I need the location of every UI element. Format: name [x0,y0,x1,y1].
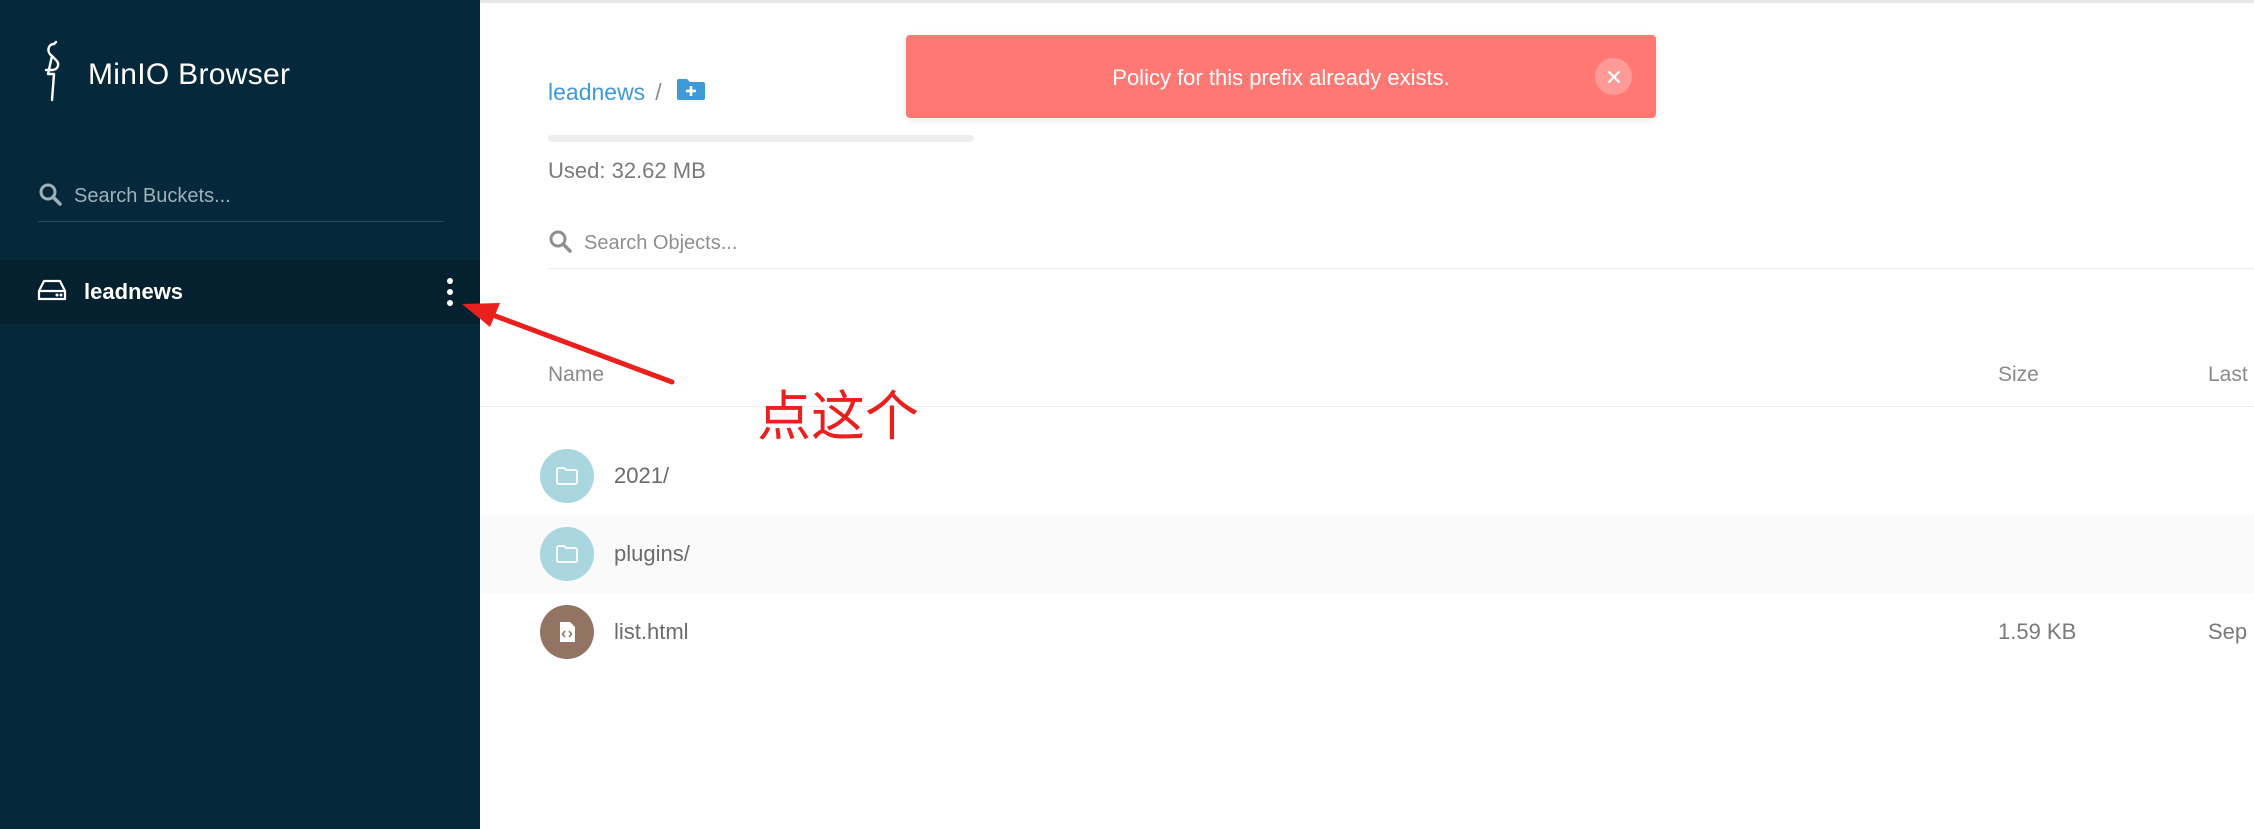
bucket-name: leadnews [84,279,184,304]
object-search [548,219,2254,269]
object-size: 1.59 KB [1998,619,2077,644]
folder-icon [540,449,594,503]
minio-bird-icon [36,40,70,109]
file-code-icon [540,605,594,659]
used-storage-text: Used: 32.62 MB [548,158,706,183]
folder-icon [540,527,594,581]
bucket-search [38,172,444,222]
object-name[interactable]: 2021/ [614,463,669,489]
table-row[interactable]: list.html 1.59 KB Sep [480,593,2254,671]
toast-message: Policy for this prefix already exists. [1112,65,1450,90]
drive-icon [0,278,68,307]
table-row[interactable]: plugins/ [480,515,2254,593]
brand-title: MinIO Browser [88,57,291,91]
search-objects-input[interactable] [584,232,1184,255]
object-last-modified: Sep [2208,619,2248,644]
column-header-name[interactable]: Name [548,363,604,387]
annotation-text: 点这个 [757,385,919,448]
sidebar: MinIO Browser leadnews [0,0,480,829]
brand: MinIO Browser [36,40,290,109]
column-header-last-modified[interactable]: Last [2208,363,2248,387]
object-name[interactable]: plugins/ [614,541,690,567]
search-icon [548,229,572,258]
object-browser: leadnews / Used: 32.62 MB Name Size Last… [480,0,2254,829]
breadcrumb-bucket-link[interactable]: leadnews [548,79,645,106]
more-vertical-icon[interactable] [444,278,456,306]
sidebar-item-leadnews[interactable]: leadnews [0,260,480,324]
usage-progress-bar [548,135,974,142]
table-row[interactable]: 2021/ [480,437,2254,515]
search-buckets-input[interactable] [74,185,414,208]
minio-browser-app: MinIO Browser leadnews leadnews / Used: … [0,0,2254,829]
object-name[interactable]: list.html [614,619,689,645]
search-icon [38,182,62,211]
objects-table-header: Name Size Last [480,351,2254,407]
folder-plus-icon[interactable] [662,77,706,107]
column-header-size[interactable]: Size [1998,363,2039,387]
error-toast: Policy for this prefix already exists. [906,35,1656,118]
close-icon[interactable] [1595,58,1632,95]
breadcrumb: leadnews / [548,77,706,107]
